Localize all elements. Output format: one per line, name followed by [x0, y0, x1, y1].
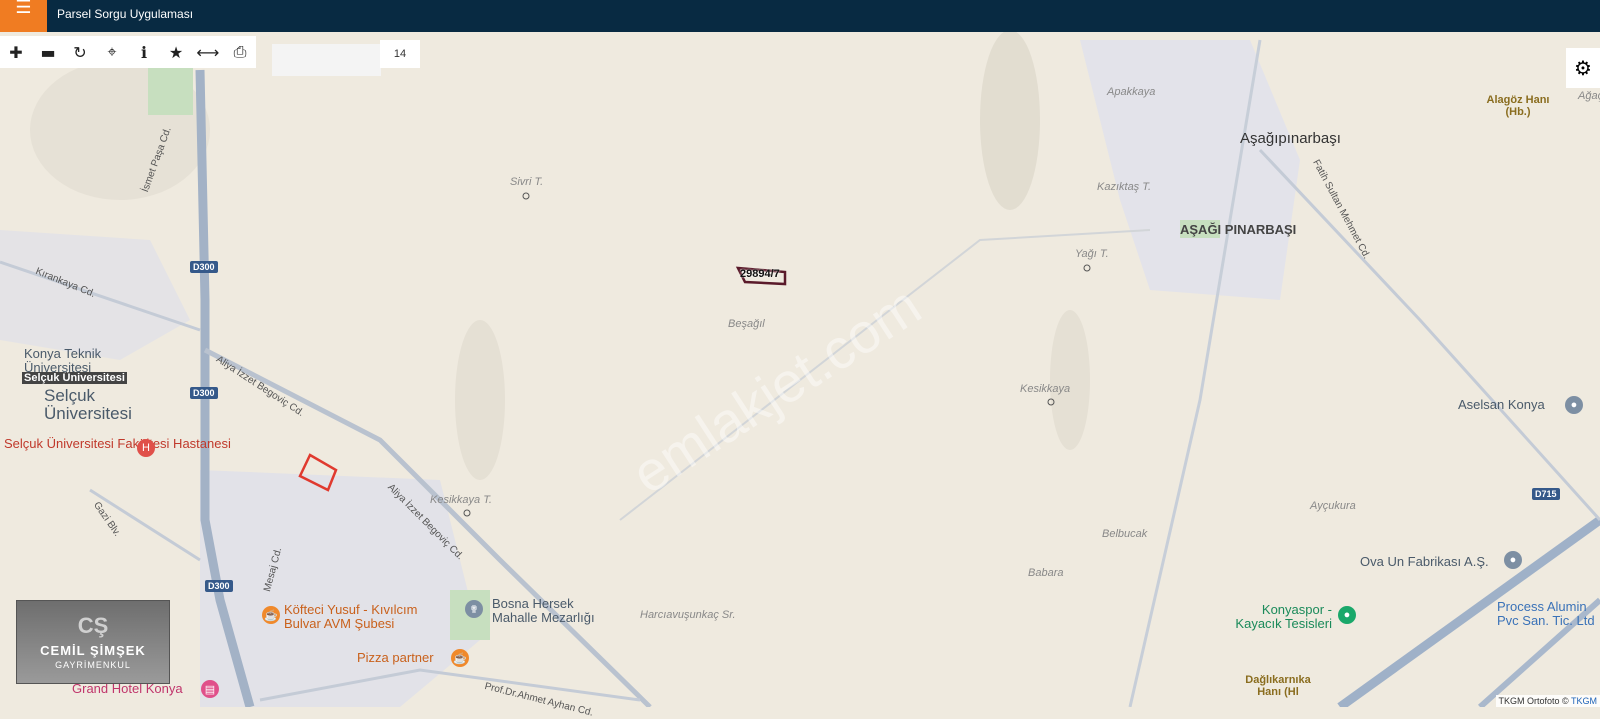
app-header: ☰ Parsel Sorgu Uygulaması — [0, 0, 1600, 32]
attribution-link[interactable]: TKGM — [1571, 696, 1597, 706]
place-label: Belbucak — [1102, 528, 1147, 540]
hamburger-icon: ☰ — [15, 0, 31, 14]
brand-logo: CŞ CEMİL ŞİMŞEK GAYRİMENKUL — [16, 600, 170, 684]
map-toolbar: ✚ ▬ ↻ ⌖ i ★ ⟷ ⎙ — [0, 36, 256, 68]
logo-name: CEMİL ŞİMŞEK — [17, 643, 169, 658]
town-label: Konya Teknik Üniversitesi — [24, 347, 124, 375]
town-label: Aşağıpınarbaşı — [1240, 130, 1341, 147]
business-icon[interactable]: ● — [1504, 551, 1522, 569]
crosshair-icon: ⌖ — [107, 42, 116, 62]
poi-label[interactable]: Selçuk Üniversitesi Fakültesi Hastanesi — [4, 437, 231, 451]
minus-icon: ▬ — [40, 43, 55, 62]
road-shield: D300 — [190, 261, 218, 273]
poi-label[interactable]: Aselsan Konya — [1458, 397, 1545, 412]
business-icon[interactable]: ● — [1565, 396, 1583, 414]
poi-label[interactable]: Bosna Hersek Mahalle Mezarlığı — [492, 597, 622, 625]
place-label: Ayçukura — [1310, 500, 1356, 512]
locate-button[interactable]: ⌖ — [96, 36, 128, 68]
place-label: Sivri T. — [510, 176, 543, 188]
settings-button[interactable]: ⚙ — [1566, 48, 1600, 88]
place-label: Yağı T. — [1075, 248, 1109, 260]
parcel-label[interactable]: 29894/7 — [740, 268, 780, 280]
poi-label[interactable]: Köfteci Yusuf - Kıvılcım Bulvar AVM Şube… — [284, 603, 444, 631]
zoom-in-button[interactable]: ✚ — [0, 36, 32, 68]
refresh-icon: ↻ — [73, 43, 86, 62]
poi-label[interactable]: Ova Un Fabrikası A.Ş. — [1360, 554, 1489, 569]
place-label: Kesikkaya — [1020, 383, 1070, 395]
poi-label[interactable]: Process Alumin Pvc San. Tic. Ltd — [1497, 600, 1600, 628]
poi-label[interactable]: Konyaspor - Kayacık Tesisleri — [1222, 603, 1332, 631]
sports-icon[interactable]: ● — [1338, 606, 1356, 624]
logo-mark: CŞ — [17, 613, 169, 639]
zoom-level: 14 — [380, 40, 420, 68]
place-label: Apakkaya — [1107, 86, 1155, 98]
restaurant-icon[interactable]: ☕ — [262, 606, 280, 624]
refresh-button[interactable]: ↻ — [64, 36, 96, 68]
star-icon: ★ — [169, 43, 183, 62]
arrows-horizontal-icon: ⟷ — [197, 43, 220, 62]
map-attribution: TKGM Ortofoto © TKGM — [1496, 695, 1600, 707]
road-shield: D715 — [1532, 488, 1560, 500]
app-title: Parsel Sorgu Uygulaması — [57, 7, 193, 21]
place-label: Babara — [1028, 567, 1063, 579]
measure-button[interactable]: ⟷ — [192, 36, 224, 68]
place-label: Alagöz Hanı (Hb.) — [1478, 94, 1558, 118]
menu-button[interactable]: ☰ — [0, 0, 47, 32]
search-input[interactable] — [272, 44, 381, 76]
place-label: Ağaç — [1578, 90, 1600, 102]
place-label: Harcıavuşunkaç Sr. — [640, 609, 736, 621]
attribution-text: TKGM Ortofoto © — [1499, 696, 1569, 706]
gear-icon: ⚙ — [1574, 56, 1592, 81]
info-button[interactable]: i — [128, 36, 160, 68]
road-shield: D300 — [205, 580, 233, 592]
restaurant-icon[interactable]: ☕ — [451, 649, 469, 667]
zoom-out-button[interactable]: ▬ — [32, 36, 64, 68]
place-label: Beşağıl — [728, 318, 765, 330]
info-icon: i — [141, 43, 147, 62]
print-button[interactable]: ⎙ — [224, 36, 256, 68]
road-shield: D300 — [190, 387, 218, 399]
cemetery-icon[interactable]: ✟ — [465, 600, 483, 618]
town-label: AŞAĞI PINARBAŞI — [1180, 222, 1296, 237]
place-label: Dağlıkarnıka Hanı (Hl — [1238, 674, 1318, 698]
hospital-icon[interactable]: H — [137, 439, 155, 457]
plus-icon: ✚ — [9, 43, 22, 62]
favorite-button[interactable]: ★ — [160, 36, 192, 68]
print-icon: ⎙ — [234, 42, 247, 62]
hotel-icon[interactable]: ▤ — [201, 680, 219, 698]
logo-subtitle: GAYRİMENKUL — [17, 660, 169, 670]
place-label: Kazıktaş T. — [1097, 181, 1151, 193]
town-label: Selçuk Üniversitesi — [44, 387, 154, 423]
place-label: Kesikkaya T. — [430, 494, 492, 506]
poi-label[interactable]: Pizza partner — [357, 650, 434, 665]
